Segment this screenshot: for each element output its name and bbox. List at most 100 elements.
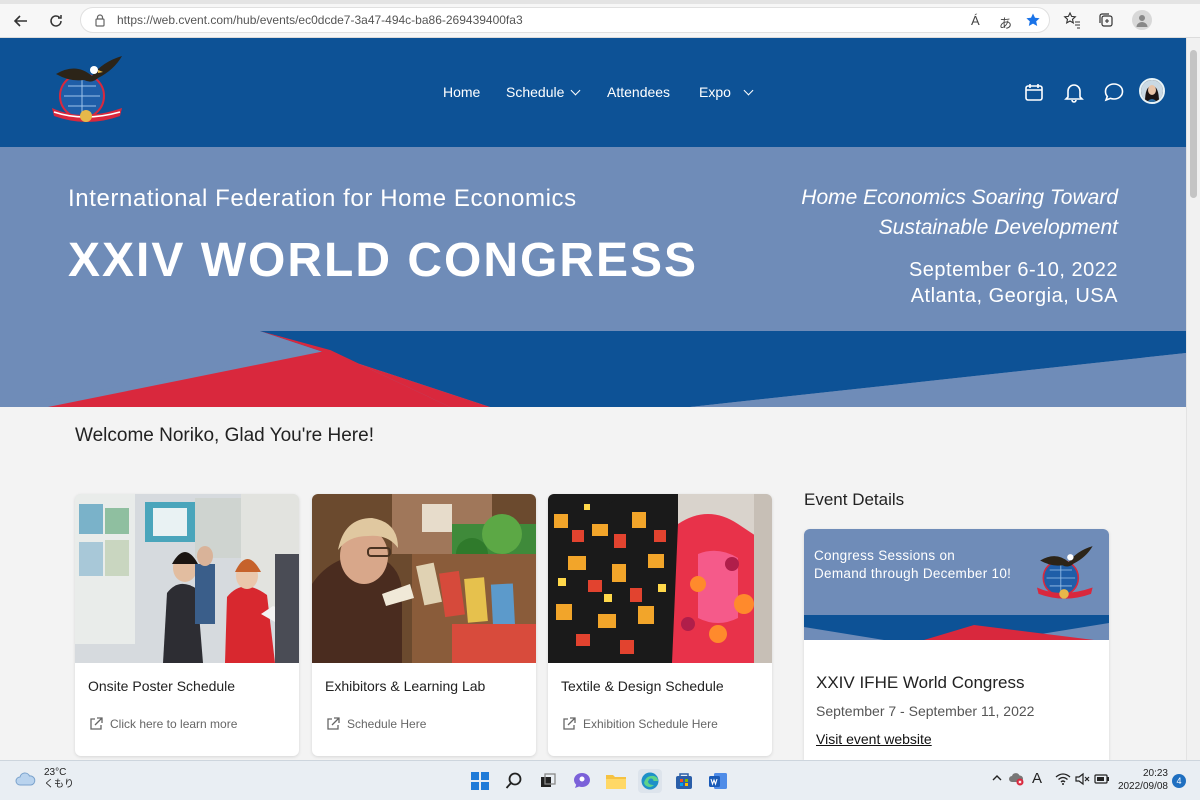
edge-icon	[641, 772, 659, 790]
promo-text: Congress Sessions on Demand through Dece…	[814, 547, 1044, 583]
system-clock[interactable]: 20:23 2022/09/08	[1112, 767, 1168, 793]
bell-icon[interactable]	[1063, 81, 1085, 103]
poster-session-photo	[75, 494, 299, 663]
tagline-line-2: Sustainable Development	[878, 216, 1118, 239]
lock-icon	[95, 14, 105, 27]
card-title: Onsite Poster Schedule	[88, 678, 236, 694]
congress-title: XXIV WORLD CONGRESS	[68, 234, 699, 287]
card-exhibitors[interactable]: Exhibitors & Learning Lab Schedule Here	[312, 494, 536, 756]
card-title: Exhibitors & Learning Lab	[325, 678, 486, 694]
calendar-icon[interactable]	[1023, 81, 1045, 103]
start-button[interactable]	[468, 769, 492, 793]
card-textile-design[interactable]: Textile & Design Schedule Exhibition Sch…	[548, 494, 772, 756]
user-avatar[interactable]	[1139, 78, 1165, 104]
back-arrow-icon	[13, 15, 27, 27]
url-text: https://web.cvent.com/hub/events/ec0dcde…	[117, 13, 523, 27]
weather-widget[interactable]: 23°C くもり	[14, 767, 74, 791]
visit-event-website-link[interactable]: Visit event website	[816, 731, 932, 747]
cloud-icon	[15, 772, 36, 786]
exhibitors-photo	[312, 494, 536, 663]
nav-home[interactable]: Home	[443, 84, 480, 100]
show-hidden-icons-button[interactable]	[990, 771, 1004, 788]
card-link[interactable]: Click here to learn more	[88, 716, 237, 732]
ifhe-eagle-logo-small	[1036, 546, 1093, 599]
weather-temperature: 23°C	[44, 767, 67, 778]
nav-expo[interactable]: Expo	[699, 84, 754, 100]
collections-icon[interactable]	[1096, 10, 1116, 30]
favorite-star-icon[interactable]	[1025, 12, 1041, 28]
page-scrollbar[interactable]	[1186, 38, 1200, 760]
file-explorer-button[interactable]	[604, 769, 628, 793]
tagline: Home Economics Soaring Toward Sustainabl…	[698, 183, 1118, 243]
battery-status[interactable]	[1094, 772, 1110, 789]
translate-icon[interactable]: あ	[999, 13, 1012, 32]
external-link-icon	[327, 717, 340, 730]
battery-icon	[1094, 774, 1109, 784]
scrollbar-thumb[interactable]	[1190, 50, 1197, 198]
chevron-down-icon	[570, 85, 581, 96]
site-header: Home Schedule Attendees Expo	[0, 38, 1186, 147]
event-name: XXIV IFHE World Congress	[816, 673, 1025, 692]
favorites-icon[interactable]	[1062, 10, 1082, 30]
tab-strip	[0, 0, 1200, 4]
chat-icon[interactable]	[1103, 81, 1125, 103]
task-view-icon	[541, 773, 556, 787]
word-button[interactable]	[706, 769, 730, 793]
onedrive-status[interactable]	[1008, 772, 1024, 789]
windows-logo-icon	[471, 772, 489, 790]
task-view-button[interactable]	[536, 769, 560, 793]
address-bar[interactable]: https://web.cvent.com/hub/events/ec0dcde…	[80, 7, 1050, 33]
textile-dresses-photo	[548, 494, 772, 663]
ifhe-eagle-logo[interactable]	[46, 52, 126, 130]
read-aloud-icon[interactable]: Á	[971, 13, 980, 28]
event-banner: International Federation for Home Econom…	[0, 147, 1186, 407]
nav-attendees[interactable]: Attendees	[607, 84, 670, 100]
teams-chat-icon	[574, 773, 590, 788]
clock-date: 2022/09/08	[1117, 781, 1168, 792]
event-dates: September 7 - September 11, 2022	[816, 703, 1035, 719]
card-link-text: Click here to learn more	[110, 717, 238, 731]
ime-indicator[interactable]: A	[1032, 770, 1042, 787]
event-date-range: September 6-10, 2022	[908, 259, 1118, 281]
tagline-line-1: Home Economics Soaring Toward	[801, 186, 1118, 209]
card-onsite-poster[interactable]: Onsite Poster Schedule Click here to lea…	[75, 494, 299, 756]
search-button[interactable]	[502, 769, 526, 793]
chevron-up-icon	[992, 775, 1002, 781]
speaker-muted-icon	[1075, 772, 1090, 786]
nav-schedule[interactable]: Schedule	[506, 84, 581, 100]
weather-condition: くもり	[44, 779, 74, 790]
event-details-heading: Event Details	[804, 490, 905, 509]
event-location: Atlanta, Georgia, USA	[910, 285, 1118, 307]
folder-icon	[606, 775, 626, 789]
wifi-icon	[1055, 773, 1071, 785]
promo-line-2: Demand through December 10!	[814, 566, 1012, 581]
card-link-text: Exhibition Schedule Here	[583, 717, 718, 731]
edge-browser-button[interactable]	[638, 769, 662, 793]
promo-line-1: Congress Sessions on	[814, 548, 956, 563]
notification-badge[interactable]: 4	[1172, 774, 1186, 788]
card-link[interactable]: Exhibition Schedule Here	[561, 716, 718, 732]
refresh-button[interactable]	[43, 8, 69, 34]
store-icon	[676, 773, 692, 789]
onedrive-error-icon	[1009, 773, 1024, 786]
volume-status[interactable]	[1074, 772, 1090, 789]
wifi-status[interactable]	[1055, 772, 1071, 789]
word-icon	[709, 773, 727, 789]
chevron-down-icon	[743, 85, 754, 96]
external-link-icon	[90, 717, 103, 730]
avatar-photo	[1141, 80, 1163, 102]
card-link-text: Schedule Here	[347, 717, 427, 731]
card-title: Textile & Design Schedule	[561, 678, 724, 694]
welcome-message: Welcome Noriko, Glad You're Here!	[75, 425, 374, 446]
profile-icon[interactable]	[1132, 10, 1152, 30]
external-link-icon	[563, 717, 576, 730]
chat-app-button[interactable]	[570, 769, 594, 793]
event-promo-banner: Congress Sessions on Demand through Dece…	[804, 529, 1109, 640]
event-details-card: Congress Sessions on Demand through Dece…	[804, 529, 1109, 760]
refresh-icon	[50, 15, 62, 27]
clock-time: 20:23	[1142, 768, 1168, 779]
card-link[interactable]: Schedule Here	[325, 716, 426, 732]
windows-taskbar: 23°C くもり A 20:23 2022/09/08 4	[0, 760, 1200, 800]
store-button[interactable]	[672, 769, 696, 793]
back-button[interactable]	[8, 8, 34, 34]
